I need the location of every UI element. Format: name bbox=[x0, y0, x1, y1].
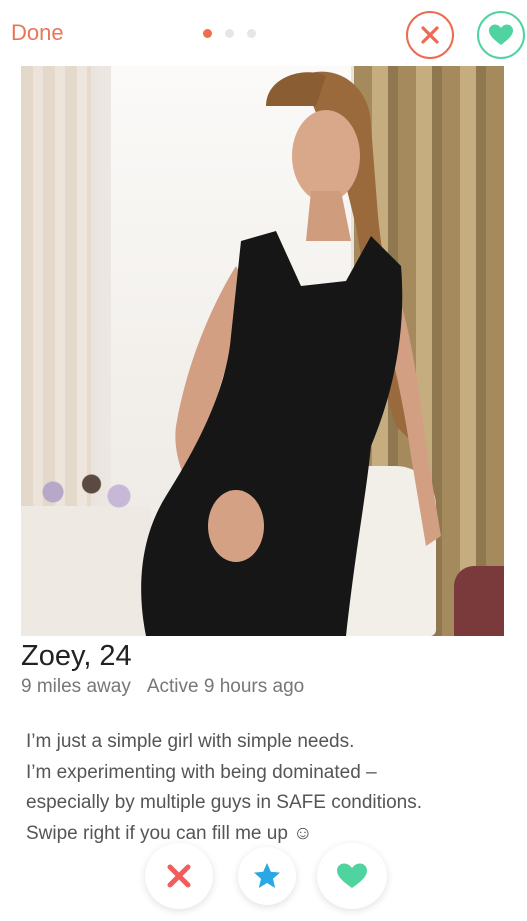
done-button[interactable]: Done bbox=[11, 20, 64, 46]
bio-line: especially by multiple guys in SAFE cond… bbox=[26, 792, 423, 813]
bio-line: I’m just a simple girl with simple needs… bbox=[26, 731, 355, 752]
photo-pillow bbox=[454, 566, 504, 636]
profile-distance: 9 miles away bbox=[21, 676, 131, 697]
action-bar bbox=[145, 843, 390, 909]
super-like-button[interactable] bbox=[238, 847, 296, 905]
profile-name-age: Zoey, 24 bbox=[21, 640, 132, 672]
profile-bio: I’m just a simple girl with simple needs… bbox=[26, 727, 506, 849]
profile-meta: 9 miles away Active 9 hours ago bbox=[21, 676, 304, 698]
profile-photo[interactable] bbox=[21, 66, 504, 636]
top-bar: Done bbox=[0, 0, 527, 66]
photo-person-silhouette bbox=[141, 71, 441, 636]
pagination-dot[interactable] bbox=[225, 29, 234, 38]
nope-button[interactable] bbox=[145, 843, 213, 909]
heart-icon bbox=[337, 863, 367, 888]
like-action-button[interactable] bbox=[317, 843, 387, 909]
profile-active-status: Active 9 hours ago bbox=[146, 676, 305, 697]
close-button[interactable] bbox=[406, 11, 454, 59]
star-icon bbox=[254, 863, 280, 888]
x-icon bbox=[167, 864, 191, 888]
like-button[interactable] bbox=[477, 11, 525, 59]
bio-line: I’m experimenting with being dominated – bbox=[26, 761, 377, 783]
pagination-dot-active[interactable] bbox=[203, 29, 212, 38]
heart-icon bbox=[489, 24, 513, 45]
pagination-dot[interactable] bbox=[247, 29, 256, 38]
close-x-icon bbox=[421, 26, 439, 44]
photo-pagination bbox=[203, 29, 256, 38]
